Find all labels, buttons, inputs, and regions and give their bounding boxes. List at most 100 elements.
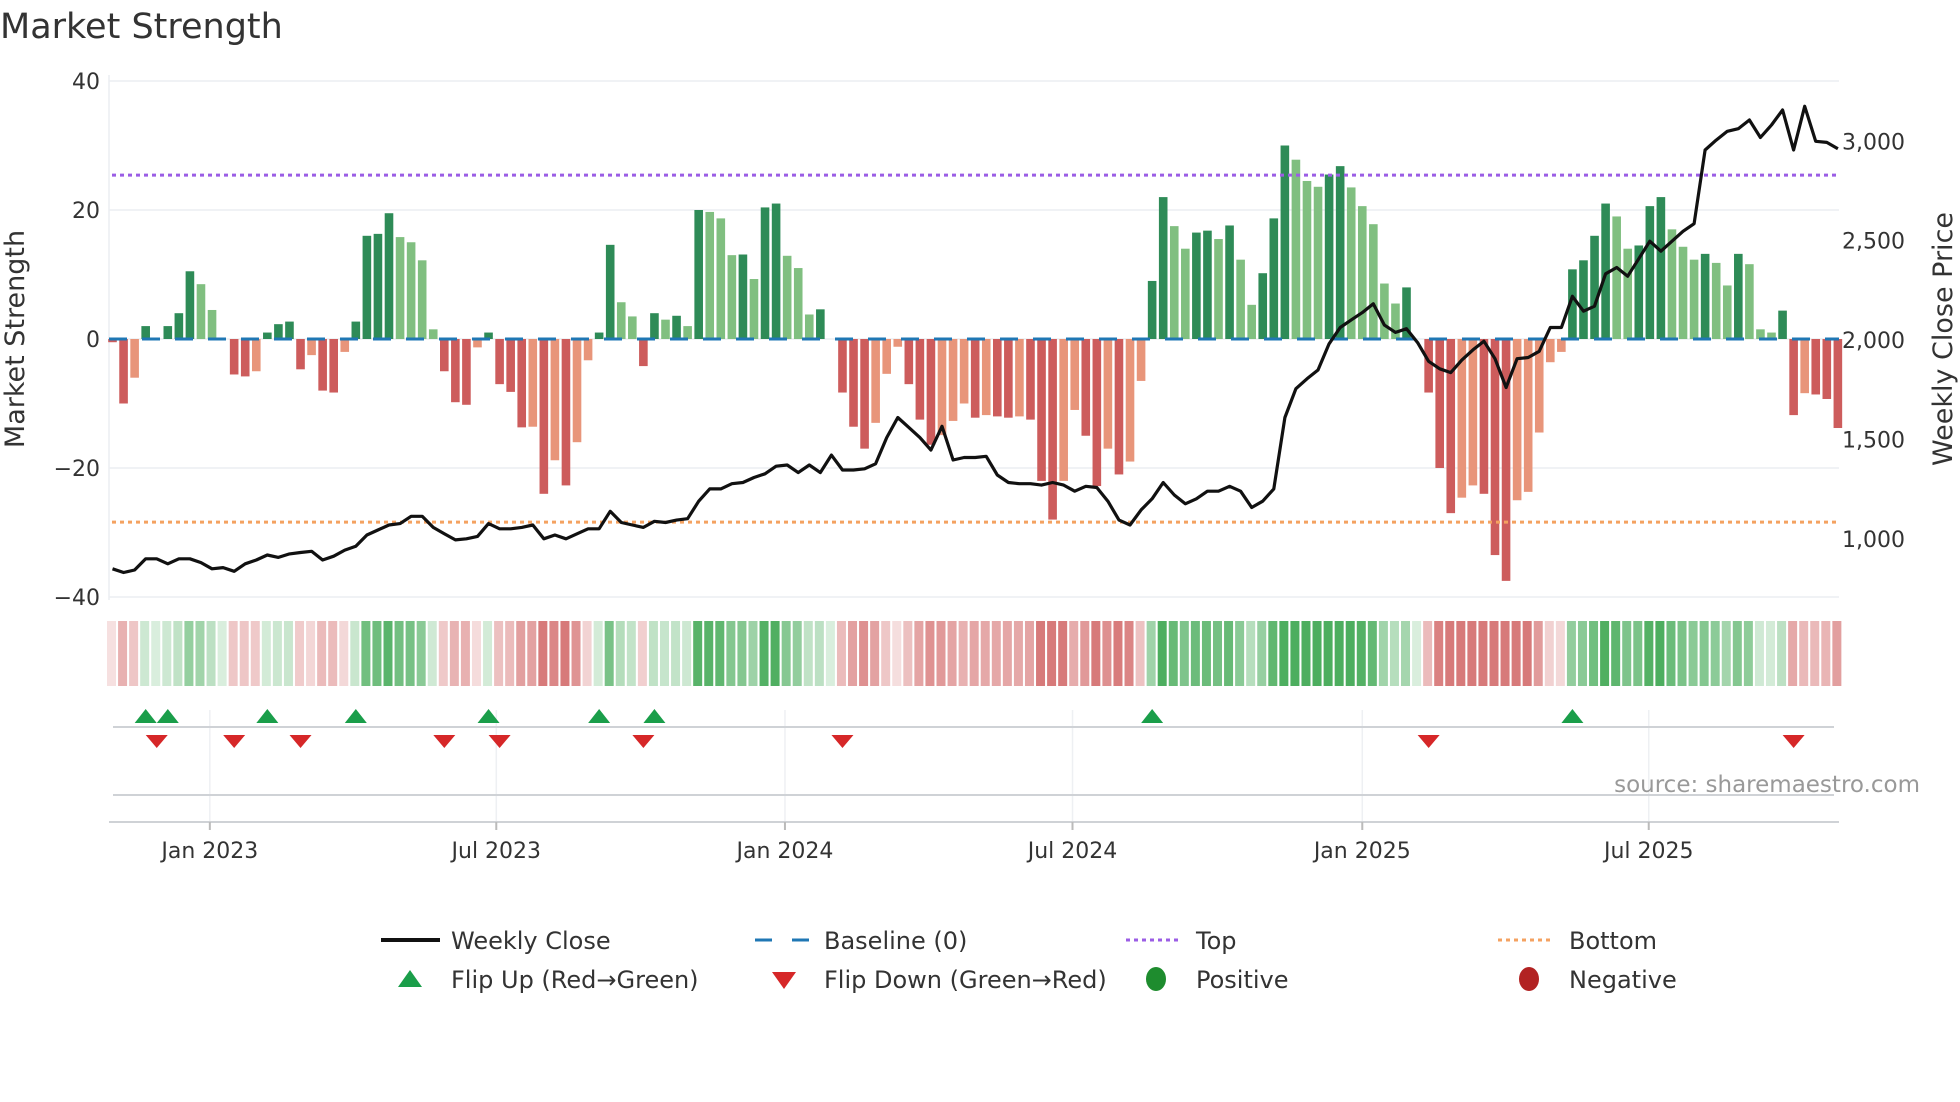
flip-up-marker <box>588 709 611 723</box>
strength-bar <box>141 326 150 339</box>
heatmap-cell <box>671 621 681 686</box>
y2-tick-label: 2,000 <box>1842 329 1905 354</box>
heatmap-cell <box>1511 621 1521 686</box>
legend-item-baseline[interactable]: Baseline (0) <box>755 927 967 955</box>
legend-item-positive[interactable]: Positive <box>1146 966 1289 994</box>
legend-item-flip-up[interactable]: Flip Up (Red→Green) <box>398 966 699 994</box>
y2-tick-label: 1,500 <box>1842 428 1905 453</box>
heatmap-cell <box>239 621 249 686</box>
strength-bar <box>451 339 460 403</box>
strength-bar <box>329 339 338 393</box>
strength-bar <box>760 207 770 339</box>
strength-bar <box>517 339 527 428</box>
heatmap-cell <box>814 621 824 686</box>
heatmap-cell <box>969 621 979 686</box>
heatmap-cell <box>1555 621 1565 686</box>
x-tick-label: Jan 2025 <box>1312 839 1411 864</box>
heatmap-cell <box>383 621 393 686</box>
heatmap-cell <box>1124 621 1134 686</box>
strength-bar <box>1822 339 1832 399</box>
strength-bar <box>1092 339 1102 487</box>
strength-bar <box>1689 259 1699 339</box>
flip-up-marker <box>1141 709 1164 723</box>
heatmap-cell <box>870 621 880 686</box>
strength-bar <box>119 339 128 404</box>
legend-label: Flip Up (Red→Green) <box>451 966 699 994</box>
heatmap-cell <box>272 621 282 686</box>
heatmap-cell <box>604 621 614 686</box>
heatmap-cell <box>527 621 537 686</box>
flip-down-marker <box>488 735 511 748</box>
legend-item-bottom[interactable]: Bottom <box>1498 927 1657 955</box>
y-axis-title: Market Strength <box>0 230 31 448</box>
heatmap-cell <box>1445 621 1455 686</box>
strength-bar <box>694 210 703 339</box>
heatmap-cell <box>483 621 493 686</box>
strength-bar <box>1479 339 1489 494</box>
heatmap-cell <box>1401 621 1411 686</box>
axes: 40 20 0 −20 −40 3,000 2,500 2,000 1,500 1,000 Jan … <box>54 70 1905 864</box>
heatmap-cell <box>1146 621 1156 686</box>
heatmap-cell <box>206 621 216 686</box>
heatmap-cell <box>372 621 382 686</box>
heatmap-cell <box>427 621 437 686</box>
strength-bar <box>1258 273 1268 339</box>
strength-bar <box>882 339 891 374</box>
strength-bar <box>572 339 582 443</box>
heatmap-cell <box>283 621 293 686</box>
heatmap-cell <box>494 621 504 686</box>
strength-bar <box>1369 224 1378 339</box>
strength-bar <box>959 339 969 404</box>
strength-bar <box>440 339 449 372</box>
heatmap-cell <box>1633 621 1643 686</box>
flip-down-marker <box>1782 735 1805 748</box>
strength-bar <box>185 271 195 339</box>
heatmap-cell <box>173 621 183 686</box>
legend-item-negative[interactable]: Negative <box>1519 966 1677 994</box>
heatmap-cell <box>1157 621 1167 686</box>
heatmap-cell <box>1666 621 1676 686</box>
heatmap-cell <box>715 621 725 686</box>
strength-bar <box>1546 339 1555 363</box>
strength-bar <box>406 242 416 339</box>
legend-item-top[interactable]: Top <box>1126 927 1237 955</box>
heatmap-cell <box>438 621 448 686</box>
heatmap-cell <box>1710 621 1720 686</box>
heatmap-cell <box>1069 621 1079 686</box>
heatmap-cell <box>737 621 747 686</box>
heatmap-cell <box>1423 621 1433 686</box>
strength-bar <box>705 211 715 339</box>
x-tick-label: Jan 2023 <box>159 839 258 864</box>
strength-bar <box>904 339 914 385</box>
chart-title: Market Strength <box>0 7 283 47</box>
heatmap-cell <box>1611 621 1621 686</box>
heatmap-cell <box>538 621 548 686</box>
strength-bar <box>727 255 737 339</box>
strength-bar <box>628 316 637 339</box>
market-strength-chart: Market Strength 40 20 0 −20 −40 3,000 2,500 2,0… <box>0 7 1959 994</box>
strength-bar <box>362 235 372 339</box>
strength-bar <box>1203 230 1212 339</box>
strength-bar <box>1214 239 1223 339</box>
heatmap-cell <box>1412 621 1422 686</box>
heatmap-cell <box>1389 621 1399 686</box>
heatmap-cell <box>947 621 957 686</box>
strength-bar <box>1745 264 1754 339</box>
heatmap-cell <box>1246 621 1256 686</box>
heatmap-cell <box>803 621 813 686</box>
heatmap-cell <box>1589 621 1599 686</box>
heatmap-cell <box>936 621 946 686</box>
strength-bar <box>428 329 438 339</box>
legend-item-weekly-close[interactable]: Weekly Close <box>381 927 611 955</box>
strength-bar <box>1623 248 1633 339</box>
legend-label: Positive <box>1196 966 1289 994</box>
heatmap-cell <box>162 621 172 686</box>
legend-item-flip-down[interactable]: Flip Down (Green→Red) <box>772 966 1107 994</box>
strength-bar <box>716 218 726 339</box>
y2-tick-label: 2,500 <box>1842 230 1905 255</box>
strength-bar <box>462 339 471 405</box>
strength-bar <box>1048 339 1057 520</box>
strength-bar <box>639 339 648 367</box>
heatmap-cell <box>339 621 349 686</box>
strength-bar <box>417 260 427 339</box>
